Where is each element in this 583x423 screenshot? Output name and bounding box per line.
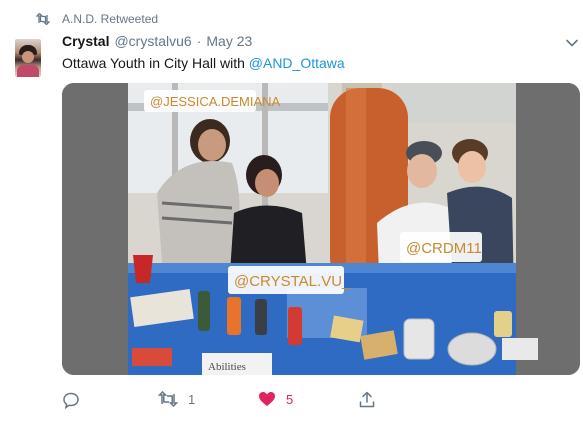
retweet-icon <box>158 391 178 407</box>
author-handle[interactable]: @crystalvu6 <box>114 33 191 49</box>
retweet-button[interactable]: 1 <box>158 391 195 407</box>
like-button[interactable]: 5 <box>258 391 293 407</box>
booth-sign-text: Abilities <box>208 361 246 373</box>
tweet-actions: 1 5 <box>62 391 422 411</box>
retweet-context: A.N.D. Retweeted <box>36 11 158 27</box>
retweet-context-text[interactable]: A.N.D. Retweeted <box>62 12 158 26</box>
tweet-date[interactable]: May 23 <box>206 33 252 49</box>
share-button[interactable] <box>358 391 376 409</box>
retweet-count: 1 <box>188 391 196 407</box>
chevron-down-icon[interactable] <box>565 36 579 48</box>
header-separator: · <box>196 33 202 49</box>
like-count: 5 <box>286 391 294 407</box>
media-photo: @JESSICA.DEMIANA @CRYSTAL.VU_ @CRDM11 Ab… <box>62 83 580 375</box>
tweet-header: Crystal @crystalvu6 · May 23 <box>62 33 252 51</box>
share-icon <box>358 391 376 409</box>
reply-icon <box>62 391 80 409</box>
retweet-icon <box>36 13 50 25</box>
tweet-text: Ottawa Youth in City Hall with @AND_Otta… <box>62 54 345 72</box>
overlay-tag-crystal: @CRYSTAL.VU_ <box>234 273 351 290</box>
reply-button[interactable] <box>62 391 80 409</box>
overlay-tag-jessica: @JESSICA.DEMIANA <box>150 94 281 109</box>
tweet-text-body: Ottawa Youth in City Hall with <box>62 55 249 71</box>
author-name[interactable]: Crystal <box>62 33 109 49</box>
mention-link[interactable]: @AND_Ottawa <box>249 55 345 71</box>
overlay-tag-crdm: @CRDM11 <box>406 240 482 257</box>
avatar[interactable] <box>15 39 41 77</box>
tweet-media[interactable]: @JESSICA.DEMIANA @CRYSTAL.VU_ @CRDM11 Ab… <box>62 83 580 375</box>
heart-icon <box>258 391 276 407</box>
